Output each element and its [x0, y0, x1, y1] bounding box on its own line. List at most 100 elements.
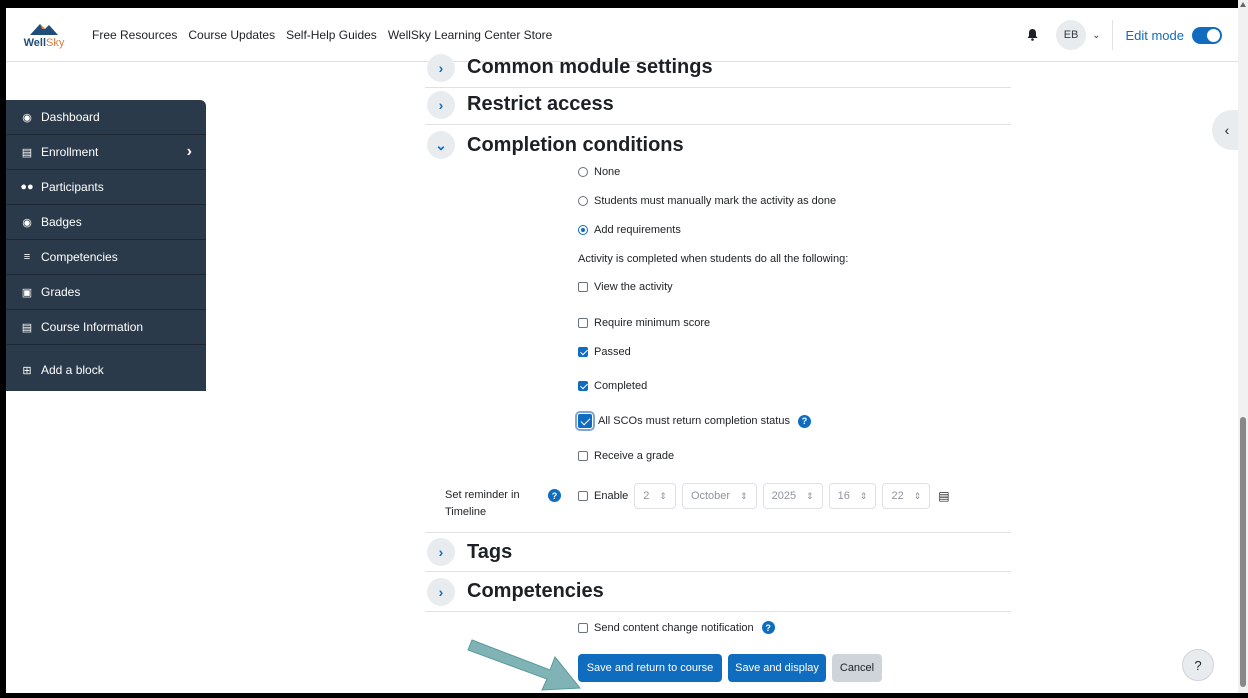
sidebar-item-enrollment[interactable]: ▤ Enrollment ›	[6, 135, 206, 170]
chevron-right-icon[interactable]: ›	[427, 53, 455, 82]
mountain-logo-icon	[30, 23, 58, 35]
navbar-user-area: EB ⌄ Edit mode	[1024, 8, 1222, 62]
checkbox-label: Require minimum score	[594, 317, 711, 329]
help-icon[interactable]: ?	[797, 414, 811, 428]
clipboard-icon: ▣	[21, 286, 33, 299]
nav-link-course-updates[interactable]: Course Updates	[188, 28, 275, 42]
content-change-notification[interactable]: Send content change notification?	[578, 621, 775, 634]
radio-manual[interactable]	[578, 196, 588, 206]
radio-none[interactable]	[578, 167, 588, 177]
bell-icon[interactable]	[1024, 27, 1040, 43]
section-competencies[interactable]: › Competencies	[425, 572, 1011, 612]
section-title: Common module settings	[467, 56, 713, 78]
section-common-module-settings[interactable]: › Common module settings	[425, 48, 1011, 88]
chevron-right-icon[interactable]: ›	[427, 538, 455, 566]
sidebar-item-grades[interactable]: ▣ Grades	[6, 275, 206, 310]
window-frame-bottom	[0, 693, 1248, 698]
nav-link-self-help-guides[interactable]: Self-Help Guides	[286, 28, 377, 42]
cancel-button[interactable]: Cancel	[832, 654, 882, 682]
avatar[interactable]: EB	[1056, 20, 1087, 50]
day-select[interactable]: 2 ⇕	[634, 483, 676, 509]
nav-link-free-resources[interactable]: Free Resources	[92, 28, 177, 42]
chevron-right-icon[interactable]: ›	[427, 90, 455, 119]
plus-square-icon: ⊞	[22, 364, 32, 377]
chevron-down-icon[interactable]: ⌄	[427, 131, 455, 159]
page-scrollbar[interactable]	[1238, 0, 1248, 698]
sidebar-item-label: Enrollment	[41, 145, 99, 159]
scroll-up-icon[interactable]	[1240, 2, 1246, 7]
list-icon: ≡	[23, 251, 31, 263]
chevron-left-icon: ‹	[1224, 122, 1230, 138]
help-floating-button[interactable]: ?	[1182, 649, 1214, 681]
nav-divider	[1112, 20, 1114, 50]
save-and-display-button[interactable]: Save and display	[728, 654, 826, 682]
requirement-view-activity[interactable]: View the activity	[578, 281, 673, 293]
completion-option-add-requirements[interactable]: Add requirements	[578, 224, 681, 236]
chevron-down-icon[interactable]: ⌄	[1092, 30, 1100, 41]
sidebar-item-competencies[interactable]: ≡ Competencies	[6, 240, 206, 275]
sidebar-item-participants[interactable]: ●● Participants	[6, 170, 206, 205]
sidebar-item-badges[interactable]: ◉ Badges	[6, 205, 206, 240]
sidebar-item-label: Participants	[41, 180, 104, 194]
section-title: Restrict access	[467, 93, 614, 115]
sort-arrows-icon: ⇕	[740, 490, 748, 501]
checkbox-passed[interactable]	[578, 347, 588, 357]
day-value: 2	[643, 490, 650, 502]
reminder-controls: Enable 2 ⇕ October ⇕ 2025 ⇕ 16 ⇕ 22 ⇕ ▤	[578, 483, 950, 509]
sort-arrows-icon: ⇕	[659, 490, 667, 501]
section-tags[interactable]: › Tags	[425, 532, 1011, 572]
requirements-intro: Activity is completed when students do a…	[578, 253, 848, 265]
minute-value: 22	[891, 490, 904, 502]
nav-link-store[interactable]: WellSky Learning Center Store	[388, 28, 553, 42]
sidebar-item-course-information[interactable]: ▤ Course Information	[6, 310, 206, 345]
section-restrict-access[interactable]: › Restrict access	[425, 85, 1011, 125]
enable-label: Enable	[594, 490, 629, 502]
help-icon[interactable]: ?	[548, 489, 561, 502]
checkbox-minimum-score[interactable]	[578, 318, 588, 328]
checkbox-completed[interactable]	[578, 381, 588, 391]
month-value: October	[690, 490, 731, 502]
chevron-right-icon[interactable]: ›	[427, 577, 455, 606]
institution-icon: ▤	[21, 146, 33, 159]
requirement-all-scos[interactable]: All SCOs must return completion status?	[575, 411, 811, 431]
year-value: 2025	[771, 490, 797, 502]
radio-label: Students must manually mark the activity…	[594, 195, 837, 207]
checkbox-label: Completed	[594, 380, 648, 392]
course-index-sidebar: ◉ Dashboard ▤ Enrollment › ●● Participants ◉…	[6, 100, 206, 391]
wellsky-logo[interactable]: WellSky	[24, 21, 64, 49]
checkbox-view-activity[interactable]	[578, 282, 588, 292]
requirement-completed[interactable]: Completed	[578, 380, 647, 392]
sort-arrows-icon: ⇕	[806, 490, 814, 501]
section-title: Competencies	[467, 580, 604, 602]
year-select[interactable]: 2025 ⇕	[762, 483, 823, 509]
hour-select[interactable]: 16 ⇕	[828, 483, 877, 509]
radio-add-requirements[interactable]	[578, 225, 588, 235]
edit-mode-toggle[interactable]	[1192, 26, 1222, 44]
logo-text: WellSky	[23, 36, 65, 49]
minute-select[interactable]: 22 ⇕	[882, 483, 931, 509]
checkbox-label: Passed	[594, 346, 631, 358]
sort-arrows-icon: ⇕	[859, 490, 868, 501]
checkbox-enable-reminder[interactable]	[578, 491, 588, 501]
sidebar-item-add-block[interactable]: ⊞ Add a block	[6, 345, 206, 395]
checkbox-all-scos[interactable]	[575, 411, 595, 431]
checkbox-label: All SCOs must return completion status	[598, 415, 790, 427]
save-and-return-button[interactable]: Save and return to course	[578, 654, 722, 682]
checkbox-label: Send content change notification	[594, 621, 754, 634]
checkbox-label: View the activity	[594, 281, 673, 293]
radio-label: Add requirements	[594, 224, 681, 236]
section-completion-conditions[interactable]: ⌄ Completion conditions	[425, 125, 1011, 165]
sidebar-item-dashboard[interactable]: ◉ Dashboard	[6, 100, 206, 135]
checkbox-receive-grade[interactable]	[578, 451, 588, 461]
dashboard-icon: ◉	[22, 111, 32, 124]
requirement-receive-grade[interactable]: Receive a grade	[578, 450, 674, 462]
completion-option-manual[interactable]: Students must manually mark the activity…	[578, 195, 836, 207]
month-select[interactable]: October ⇕	[681, 483, 757, 509]
requirement-minimum-score[interactable]: Require minimum score	[578, 317, 710, 329]
scrollbar-thumb[interactable]	[1240, 417, 1246, 687]
completion-option-none[interactable]: None	[578, 166, 620, 178]
calendar-icon[interactable]: ▤	[938, 489, 949, 503]
sidebar-item-label: Grades	[41, 285, 81, 299]
help-icon[interactable]: ?	[761, 621, 775, 634]
requirement-passed[interactable]: Passed	[578, 346, 631, 358]
